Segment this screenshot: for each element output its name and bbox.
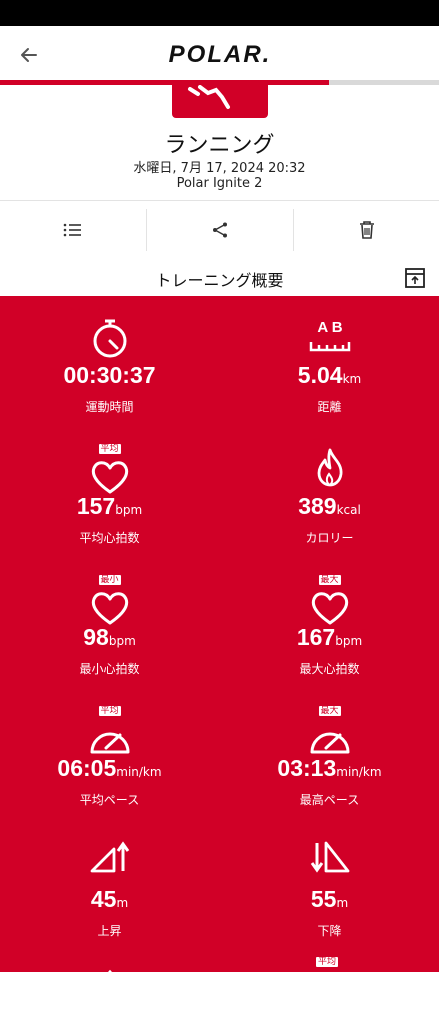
stat-label: 最大心拍数 <box>299 662 360 676</box>
stat-距離: A B 5.04km 距離 <box>220 296 439 426</box>
session-date: 水曜日, 7月 17, 2024 20:32 <box>133 161 306 176</box>
heart-icon: 平均 <box>0 444 219 494</box>
stat-平均心拍数: 平均 157bpm 平均心拍数 <box>0 427 219 557</box>
stat-unit: min/km <box>116 765 162 779</box>
stat-上昇: 45m 上昇 <box>0 820 219 950</box>
gauge-icon: 最大 <box>220 706 439 754</box>
stat-label: カロリー <box>305 531 354 545</box>
export-icon <box>405 268 425 288</box>
trash-icon <box>359 221 374 239</box>
sport-title: ランニング <box>164 133 275 158</box>
stat-平均ペース: 平均 06:05min/km 平均ペース <box>0 689 219 819</box>
stat-number: 00:30:37 <box>63 362 156 388</box>
stat-下降: 55m 下降 <box>220 820 439 950</box>
stat-value: 5.04km <box>220 362 439 389</box>
stat-unit: bpm <box>335 634 363 648</box>
stat-label: 運動時間 <box>85 400 134 414</box>
status-bar <box>0 0 439 26</box>
stat-label: 距離 <box>317 400 342 414</box>
stat-最大心拍数: 最大 167bpm 最大心拍数 <box>220 558 439 688</box>
stat-value: 98bpm <box>0 624 219 651</box>
session-header: ランニング 水曜日, 7月 17, 2024 20:32 Polar Ignit… <box>0 85 439 200</box>
svg-text:A B: A B <box>317 319 342 336</box>
action-bar <box>0 200 439 260</box>
descent-icon <box>220 840 439 884</box>
stat-tag: 最小 <box>98 575 121 585</box>
stat-unit: bpm <box>115 503 143 517</box>
flame-icon <box>220 447 439 491</box>
polar-logo: POLAR. <box>169 41 272 68</box>
share-button[interactable] <box>147 201 293 259</box>
bottom-area <box>0 972 439 1024</box>
stat-number: 98 <box>83 624 109 650</box>
stat-label: 下降 <box>317 924 342 938</box>
stat-unit: m <box>116 896 129 910</box>
heart-icon: 最小 <box>0 575 219 625</box>
list-icon <box>63 223 81 237</box>
stat-value: 45m <box>0 886 219 913</box>
export-button[interactable] <box>404 267 426 289</box>
stat-最高ペース: 最大 03:13min/km 最高ペース <box>220 689 439 819</box>
stat-unit: m <box>336 896 349 910</box>
stat-tag: 平均 <box>98 444 121 454</box>
stat-label: 最高ペース <box>299 793 360 807</box>
stat-number: 167 <box>296 624 336 650</box>
stat-label: 平均ペース <box>79 793 140 807</box>
arrow-left-icon <box>21 48 37 62</box>
stat-number: 45 <box>90 886 117 912</box>
stat-value: 00:30:37 <box>0 362 219 389</box>
app-bar: POLAR. <box>0 26 439 82</box>
stat-number: 06:05 <box>57 755 117 781</box>
running-sport-icon <box>172 85 268 118</box>
stat-number: 55 <box>310 886 337 912</box>
stat-最小心拍数: 最小 98bpm 最小心拍数 <box>0 558 219 688</box>
stat-label: 最小心拍数 <box>79 662 140 676</box>
stopwatch-icon <box>0 316 219 360</box>
stat-value: 157bpm <box>0 493 219 520</box>
stat-number: 03:13 <box>277 755 337 781</box>
stat-tag: 平均 <box>98 706 121 716</box>
delete-button[interactable] <box>294 201 439 259</box>
stat-value: 55m <box>220 886 439 913</box>
svg-text:POLAR.: POLAR. <box>169 41 272 68</box>
gauge-icon: 平均 <box>0 706 219 754</box>
stat-unit: km <box>342 372 362 386</box>
stat-value: 03:13min/km <box>220 755 439 782</box>
stat-number: 389 <box>298 493 337 519</box>
stat-value: 06:05min/km <box>0 755 219 782</box>
stat-tag: 最大 <box>318 575 341 585</box>
stat-label: 上昇 <box>97 924 122 938</box>
share-icon <box>213 222 227 238</box>
stat-unit: kcal <box>336 503 361 517</box>
stat-label: 平均心拍数 <box>79 531 140 545</box>
training-summary-grid: 00:30:37 運動時間 A B 5.04km 距離 平均 157bpm 平均心拍数 389k… <box>0 296 439 972</box>
stat-number: 5.04 <box>297 362 343 388</box>
device-name: Polar Ignite 2 <box>176 176 263 191</box>
stat-unit: min/km <box>336 765 382 779</box>
stat-運動時間: 00:30:37 運動時間 <box>0 296 219 426</box>
heart-icon: 最大 <box>220 575 439 625</box>
stat-number: 157 <box>76 493 116 519</box>
stat-unit: bpm <box>108 634 136 648</box>
partial-stat-icon <box>100 964 120 972</box>
back-button[interactable] <box>14 40 44 70</box>
distance-icon: A B <box>220 316 439 360</box>
stat-value: 167bpm <box>220 624 439 651</box>
partial-stat-tag: 平均 <box>316 957 339 967</box>
stat-tag: 最大 <box>318 706 341 716</box>
section-title: トレーニング概要 <box>155 271 284 290</box>
stat-カロリー: 389kcal カロリー <box>220 427 439 557</box>
ascent-icon <box>0 840 219 884</box>
list-button[interactable] <box>0 201 146 259</box>
stat-value: 389kcal <box>220 493 439 520</box>
summary-section-header: トレーニング概要 <box>0 259 439 296</box>
